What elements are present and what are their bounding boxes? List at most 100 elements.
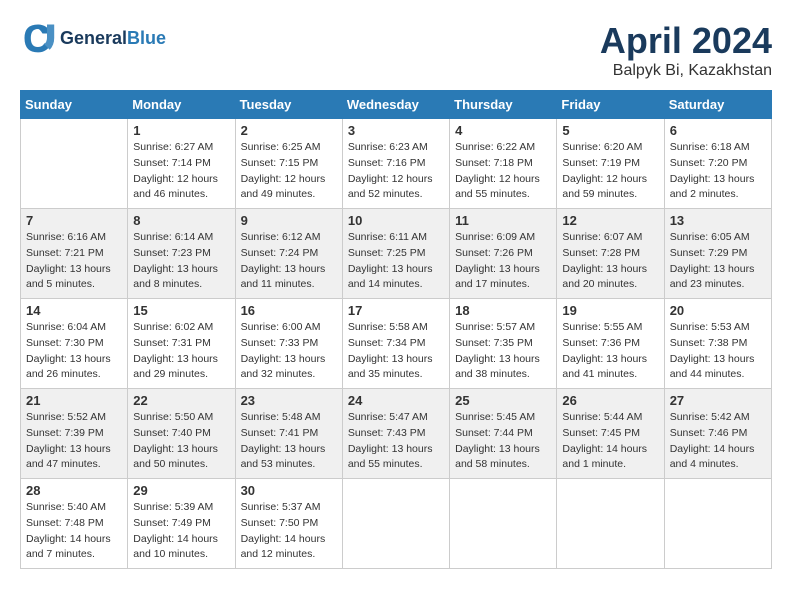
day-number: 28 [26,483,122,498]
day-info: Sunrise: 5:55 AMSunset: 7:36 PMDaylight:… [562,320,658,383]
calendar-cell: 24 Sunrise: 5:47 AMSunset: 7:43 PMDayligh… [342,389,449,479]
weekday-header-tuesday: Tuesday [235,91,342,119]
day-info: Sunrise: 5:40 AMSunset: 7:48 PMDaylight:… [26,500,122,563]
calendar-cell: 3 Sunrise: 6:23 AMSunset: 7:16 PMDaylight… [342,119,449,209]
weekday-header-thursday: Thursday [450,91,557,119]
calendar-cell: 9 Sunrise: 6:12 AMSunset: 7:24 PMDaylight… [235,209,342,299]
calendar-cell: 8 Sunrise: 6:14 AMSunset: 7:23 PMDaylight… [128,209,235,299]
day-number: 16 [241,303,337,318]
day-number: 18 [455,303,551,318]
weekday-header-saturday: Saturday [664,91,771,119]
day-info: Sunrise: 5:42 AMSunset: 7:46 PMDaylight:… [670,410,766,473]
calendar-cell: 6 Sunrise: 6:18 AMSunset: 7:20 PMDaylight… [664,119,771,209]
week-row-5: 28 Sunrise: 5:40 AMSunset: 7:48 PMDayligh… [21,479,772,569]
week-row-3: 14 Sunrise: 6:04 AMSunset: 7:30 PMDayligh… [21,299,772,389]
calendar-cell: 16Sunrise: 6:00 AMSunset: 7:33 PMDayligh… [235,299,342,389]
calendar-cell [21,119,128,209]
calendar-cell: 2 Sunrise: 6:25 AMSunset: 7:15 PMDaylight… [235,119,342,209]
day-number: 22 [133,393,229,408]
calendar-cell: 7 Sunrise: 6:16 AMSunset: 7:21 PMDaylight… [21,209,128,299]
day-info: Sunrise: 5:44 AMSunset: 7:45 PMDaylight:… [562,410,658,473]
weekday-header-friday: Friday [557,91,664,119]
logo-text: GeneralBlue [60,28,166,49]
day-info: Sunrise: 6:04 AMSunset: 7:30 PMDaylight:… [26,320,122,383]
calendar-cell: 11 Sunrise: 6:09 AMSunset: 7:26 PMDayligh… [450,209,557,299]
calendar-cell [342,479,449,569]
day-number: 9 [241,213,337,228]
day-info: Sunrise: 5:45 AMSunset: 7:44 PMDaylight:… [455,410,551,473]
day-number: 2 [241,123,337,138]
calendar-cell: 23Sunrise: 5:48 AMSunset: 7:41 PMDayligh… [235,389,342,479]
day-info: Sunrise: 6:20 AMSunset: 7:19 PMDaylight:… [562,140,658,203]
day-number: 29 [133,483,229,498]
day-info: Sunrise: 6:11 AMSunset: 7:25 PMDaylight:… [348,230,444,293]
calendar-cell: 5 Sunrise: 6:20 AMSunset: 7:19 PMDaylight… [557,119,664,209]
day-number: 3 [348,123,444,138]
day-info: Sunrise: 6:07 AMSunset: 7:28 PMDaylight:… [562,230,658,293]
calendar-cell: 28 Sunrise: 5:40 AMSunset: 7:48 PMDayligh… [21,479,128,569]
calendar-cell [557,479,664,569]
day-info: Sunrise: 5:58 AMSunset: 7:34 PMDaylight:… [348,320,444,383]
day-number: 13 [670,213,766,228]
day-info: Sunrise: 5:52 AMSunset: 7:39 PMDaylight:… [26,410,122,473]
day-number: 30 [241,483,337,498]
day-info: Sunrise: 6:02 AMSunset: 7:31 PMDaylight:… [133,320,229,383]
day-number: 19 [562,303,658,318]
day-number: 15 [133,303,229,318]
month-title: April 2024 [600,20,772,62]
day-info: Sunrise: 5:39 AMSunset: 7:49 PMDaylight:… [133,500,229,563]
calendar-cell: 20Sunrise: 5:53 AMSunset: 7:38 PMDayligh… [664,299,771,389]
day-number: 25 [455,393,551,408]
location: Balpyk Bi, Kazakhstan [600,62,772,80]
day-number: 8 [133,213,229,228]
day-number: 6 [670,123,766,138]
calendar-cell [664,479,771,569]
title-section: April 2024 Balpyk Bi, Kazakhstan [600,20,772,80]
day-info: Sunrise: 6:18 AMSunset: 7:20 PMDaylight:… [670,140,766,203]
calendar-cell: 17 Sunrise: 5:58 AMSunset: 7:34 PMDayligh… [342,299,449,389]
day-number: 12 [562,213,658,228]
day-info: Sunrise: 5:53 AMSunset: 7:38 PMDaylight:… [670,320,766,383]
day-number: 5 [562,123,658,138]
day-number: 10 [348,213,444,228]
weekday-header-row: SundayMondayTuesdayWednesdayThursdayFrid… [21,91,772,119]
logo: GeneralBlue [20,20,166,56]
calendar-cell: 10 Sunrise: 6:11 AMSunset: 7:25 PMDayligh… [342,209,449,299]
day-number: 27 [670,393,766,408]
calendar-cell [450,479,557,569]
day-info: Sunrise: 5:57 AMSunset: 7:35 PMDaylight:… [455,320,551,383]
day-info: Sunrise: 6:16 AMSunset: 7:21 PMDaylight:… [26,230,122,293]
day-number: 11 [455,213,551,228]
week-row-1: 1Sunrise: 6:27 AMSunset: 7:14 PMDaylight… [21,119,772,209]
calendar-cell: 22Sunrise: 5:50 AMSunset: 7:40 PMDayligh… [128,389,235,479]
day-info: Sunrise: 6:23 AMSunset: 7:16 PMDaylight:… [348,140,444,203]
day-number: 26 [562,393,658,408]
day-info: Sunrise: 6:14 AMSunset: 7:23 PMDaylight:… [133,230,229,293]
calendar-cell: 14 Sunrise: 6:04 AMSunset: 7:30 PMDayligh… [21,299,128,389]
calendar-cell: 21Sunrise: 5:52 AMSunset: 7:39 PMDayligh… [21,389,128,479]
day-info: Sunrise: 5:37 AMSunset: 7:50 PMDaylight:… [241,500,337,563]
day-info: Sunrise: 5:48 AMSunset: 7:41 PMDaylight:… [241,410,337,473]
calendar-cell: 4Sunrise: 6:22 AMSunset: 7:18 PMDaylight… [450,119,557,209]
weekday-header-sunday: Sunday [21,91,128,119]
day-info: Sunrise: 6:09 AMSunset: 7:26 PMDaylight:… [455,230,551,293]
day-number: 7 [26,213,122,228]
calendar-cell: 29 Sunrise: 5:39 AMSunset: 7:49 PMDayligh… [128,479,235,569]
calendar-cell: 25 Sunrise: 5:45 AMSunset: 7:44 PMDayligh… [450,389,557,479]
day-info: Sunrise: 5:47 AMSunset: 7:43 PMDaylight:… [348,410,444,473]
calendar-cell: 26 Sunrise: 5:44 AMSunset: 7:45 PMDayligh… [557,389,664,479]
page-header: GeneralBlue April 2024 Balpyk Bi, Kazakh… [20,20,772,80]
day-number: 1 [133,123,229,138]
calendar-cell: 18 Sunrise: 5:57 AMSunset: 7:35 PMDayligh… [450,299,557,389]
calendar-cell: 19 Sunrise: 5:55 AMSunset: 7:36 PMDayligh… [557,299,664,389]
day-number: 14 [26,303,122,318]
day-number: 17 [348,303,444,318]
day-info: Sunrise: 6:12 AMSunset: 7:24 PMDaylight:… [241,230,337,293]
logo-icon [20,20,56,56]
calendar-cell: 30 Sunrise: 5:37 AMSunset: 7:50 PMDayligh… [235,479,342,569]
weekday-header-monday: Monday [128,91,235,119]
day-info: Sunrise: 6:25 AMSunset: 7:15 PMDaylight:… [241,140,337,203]
weekday-header-wednesday: Wednesday [342,91,449,119]
day-number: 24 [348,393,444,408]
calendar-cell: 12 Sunrise: 6:07 AMSunset: 7:28 PMDayligh… [557,209,664,299]
